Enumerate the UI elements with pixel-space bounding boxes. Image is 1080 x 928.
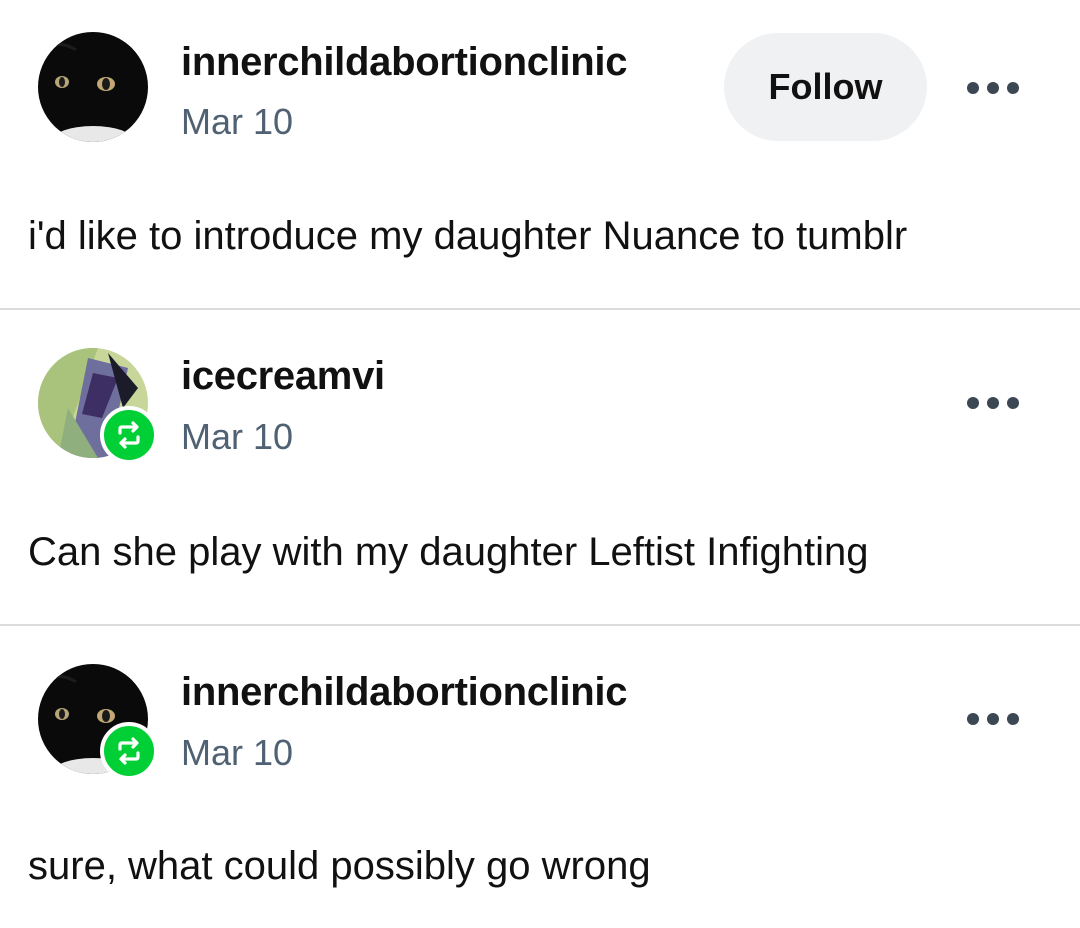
avatar[interactable] [38,664,158,780]
post-username[interactable]: icecreamvi [181,354,385,399]
post-date[interactable]: Mar 10 [181,416,293,458]
post-reblog: icecreamvi Mar 10 Can she play with my d… [0,310,1080,624]
post-date[interactable]: Mar 10 [181,732,293,774]
avatar[interactable] [38,348,158,464]
post-date[interactable]: Mar 10 [181,101,293,143]
follow-button[interactable]: Follow [724,33,927,141]
more-options-button[interactable] [958,68,1028,108]
reblog-badge [100,406,158,464]
post-username[interactable]: innerchildabortionclinic [181,40,627,85]
more-options-button[interactable] [958,383,1028,423]
avatar[interactable] [38,32,148,142]
more-options-button[interactable] [958,699,1028,739]
post-reblog: innerchildabortionclinic Mar 10 sure, wh… [0,626,1080,928]
reblog-icon [118,737,140,765]
post-body: i'd like to introduce my daughter Nuance… [28,214,908,258]
post-body: sure, what could possibly go wrong [28,844,651,888]
reblog-badge [100,722,158,780]
post-original: innerchildabortionclinic Mar 10 Follow i… [0,0,1080,308]
post-username[interactable]: innerchildabortionclinic [181,670,627,715]
more-horizontal-icon [967,397,1019,409]
post-body: Can she play with my daughter Leftist In… [28,530,869,574]
more-horizontal-icon [967,713,1019,725]
black-cat-avatar-image [38,32,148,142]
more-horizontal-icon [967,82,1019,94]
reblog-icon [118,421,140,449]
